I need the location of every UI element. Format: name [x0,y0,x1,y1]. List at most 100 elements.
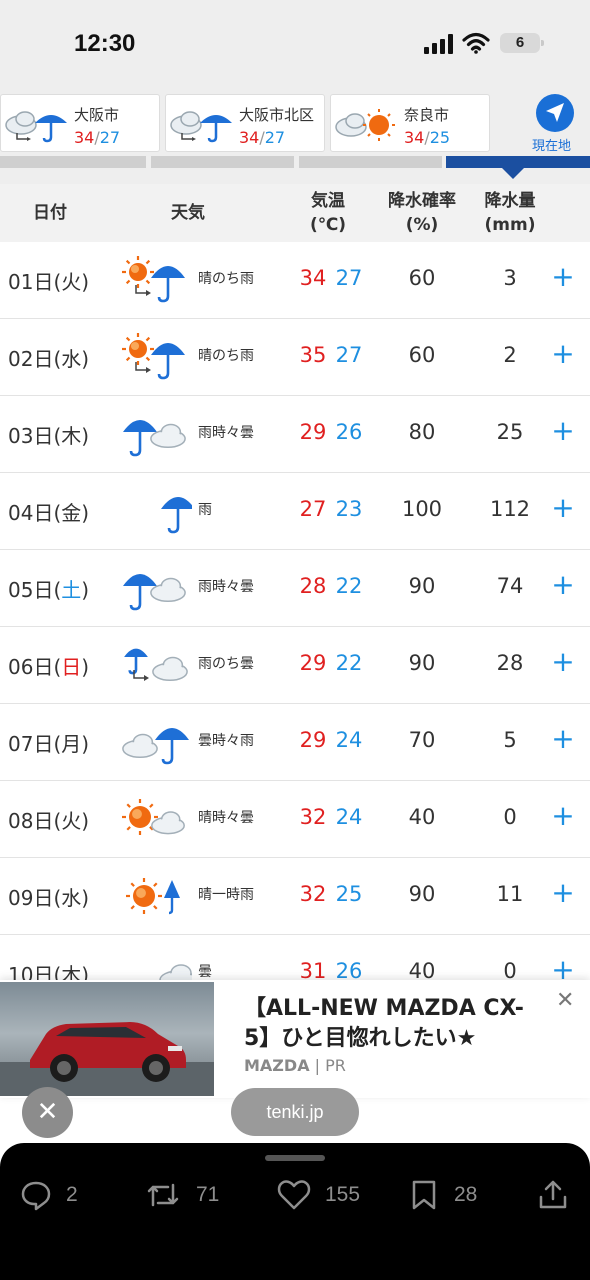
forecast-row[interactable]: 07日(月) 曇時々雨 29 24 70 5 + [0,704,590,781]
row-weather: 雨時々曇 [198,425,254,441]
row-precip-probability: 90 [408,882,436,906]
sheet-handle[interactable] [265,1155,325,1161]
location-card-osaka[interactable]: 大阪市 34/27 [0,94,160,152]
forecast-row[interactable]: 02日(水) 晴のち雨 35 27 60 2 + [0,319,590,396]
current-location-button[interactable]: 現在地 [520,92,590,154]
expand-row-button[interactable]: + [548,491,578,524]
like-button[interactable]: 155 [277,1179,367,1213]
forecast-table-header: 日付 天気 気温 (℃) 降水確率 (%) 降水量 (mm) [0,184,590,242]
header-date: 日付 [33,203,67,223]
row-weather: 曇 [198,964,212,980]
expand-row-button[interactable]: + [548,260,578,293]
expand-row-button[interactable]: + [548,337,578,370]
expand-row-button[interactable]: + [548,799,578,832]
row-precip-probability: 70 [408,728,436,752]
row-date: 05日(土) [8,578,90,602]
current-location-label: 現在地 [532,139,572,154]
row-temp-low: 22 [335,574,363,598]
umbrella-icon [161,497,192,534]
row-precip-amount: 112 [489,497,531,521]
row-precip-probability: 80 [408,420,436,444]
header-temp: 気温 (℃) [309,191,347,235]
expand-row-button[interactable]: + [548,568,578,601]
reply-icon [21,1181,51,1211]
status-bar: 12:30 6 [0,0,590,88]
row-date: 01日(火) [8,270,90,294]
row-temp-low: 27 [335,343,363,367]
rain-and-cloud-icon [123,420,186,457]
location-tab-4-active[interactable] [446,156,590,168]
forecast-row[interactable]: 01日(火) 晴のち雨 34 27 60 3 + [0,242,590,319]
share-button[interactable] [538,1179,570,1213]
clock: 12:30 [74,30,136,57]
location-temps: 34/27 [74,128,121,147]
row-precip-amount: 28 [496,651,524,675]
row-temp-low: 25 [335,882,363,906]
ad-title[interactable]: 【ALL-NEW MAZDA CX-5】ひと目惚れしたい★ [244,994,544,1054]
row-weather: 雨時々曇 [198,579,254,595]
row-precip-probability: 90 [408,574,436,598]
location-card-osaka-kita[interactable]: 大阪市北区 34/27 [165,94,325,152]
ad-banner[interactable]: 【ALL-NEW MAZDA CX-5】ひと目惚れしたい★ MAZDA | PR… [0,980,590,1098]
wifi-icon [462,32,490,54]
location-tab-3[interactable] [299,156,442,168]
location-tab-1[interactable] [0,156,146,168]
location-name: 大阪市北区 [239,106,315,124]
row-temp-low: 26 [335,420,363,444]
sun-with-shower-icon [126,878,180,915]
row-precip-amount: 3 [503,266,517,290]
cloud-sun-icon [335,109,395,141]
bookmark-icon [412,1180,436,1210]
heart-icon [277,1180,311,1210]
row-date: 08日(火) [8,809,90,833]
row-precip-amount: 11 [496,882,524,906]
header-amount: 降水量 (mm) [484,191,536,235]
row-weather: 晴時々曇 [198,810,254,826]
row-temp-low: 24 [335,805,363,829]
forecast-row[interactable]: 06日(日) 雨のち曇 29 22 90 28 + [0,627,590,704]
row-date: 07日(月) [8,732,90,756]
location-name: 大阪市 [74,106,120,124]
post-action-bar: 2 71 155 28 [0,1143,590,1280]
cellular-signal-icon [424,34,453,54]
ad-car-image [0,982,214,1096]
ad-close-icon[interactable]: ✕ [556,988,574,1013]
row-weather: 曇時々雨 [198,733,254,749]
reply-button[interactable]: 2 [20,1179,90,1213]
location-temps: 34/25 [404,128,451,147]
location-card-nara[interactable]: 奈良市 34/25 [330,94,490,152]
row-precip-probability: 40 [408,805,436,829]
cloud-to-rain-icon [5,111,67,143]
row-precip-probability: 100 [401,497,443,521]
row-temp-low: 23 [335,497,363,521]
row-weather: 晴一時雨 [198,887,254,903]
expand-row-button[interactable]: + [548,414,578,447]
forecast-row[interactable]: 04日(金) 雨 27 23 100 112 + [0,473,590,550]
location-tab-2[interactable] [151,156,294,168]
bookmark-button[interactable]: 28 [410,1179,490,1213]
share-icon [539,1180,567,1209]
expand-row-button[interactable]: + [548,645,578,678]
location-bar: 大阪市 34/27 大阪市北区 34/27 奈良市 34/25 現在地 [0,88,590,184]
row-precip-probability: 90 [408,651,436,675]
ad-source: MAZDA | PR [244,1056,346,1075]
forecast-row[interactable]: 08日(火) 晴時々曇 32 24 40 0 + [0,781,590,858]
forecast-row[interactable]: 05日(土) 雨時々曇 28 22 90 74 + [0,550,590,627]
expand-row-button[interactable]: + [548,876,578,909]
row-temp-low: 27 [335,266,363,290]
expand-row-button[interactable]: + [548,722,578,755]
row-precip-amount: 74 [496,574,524,598]
close-overlay-button[interactable]: ✕ [22,1087,73,1138]
location-name: 奈良市 [404,106,450,124]
repost-button[interactable]: 71 [146,1179,226,1213]
row-precip-amount: 25 [496,420,524,444]
row-temp-low: 24 [335,728,363,752]
forecast-row[interactable]: 09日(水) 晴一時雨 32 25 90 11 + [0,858,590,935]
forecast-row[interactable]: 03日(木) 雨時々曇 29 26 80 25 + [0,396,590,473]
header-weather: 天気 [171,203,205,223]
row-date: 04日(金) [8,501,90,525]
site-url-pill[interactable]: tenki.jp [231,1088,359,1136]
sun-and-cloud-icon [122,799,185,835]
reply-count: 2 [66,1183,78,1206]
row-precip-probability: 60 [408,343,436,367]
